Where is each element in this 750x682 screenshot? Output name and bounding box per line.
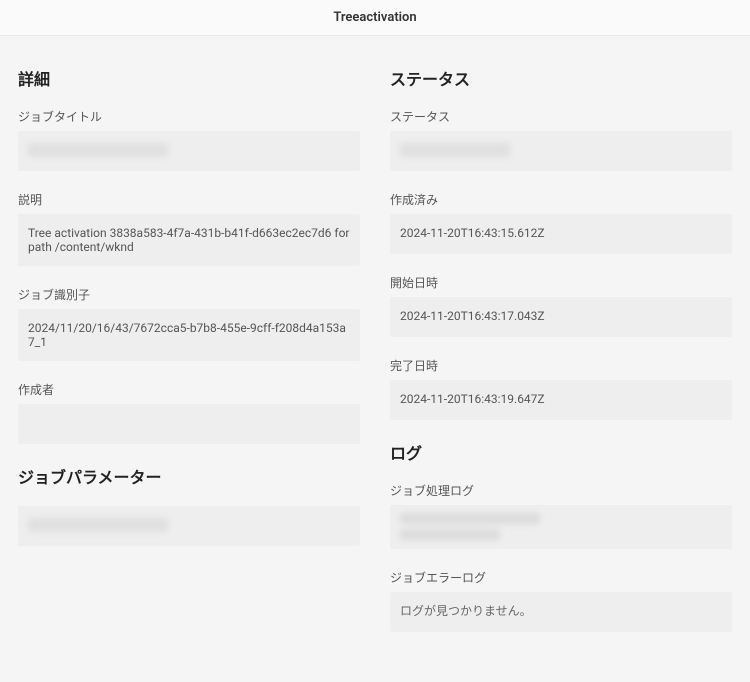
status-section-title: ステータス bbox=[390, 66, 732, 90]
label-job-identifier: ジョブ識別子 bbox=[18, 286, 360, 303]
field-status: ステータス bbox=[390, 108, 732, 171]
value-end: 2024-11-20T16:43:19.647Z bbox=[390, 380, 732, 420]
label-status: ステータス bbox=[390, 108, 732, 125]
value-created: 2024-11-20T16:43:15.612Z bbox=[390, 214, 732, 254]
field-start: 開始日時 2024-11-20T16:43:17.043Z bbox=[390, 274, 732, 337]
value-description: Tree activation 3838a583-4f7a-431b-b41f-… bbox=[18, 214, 360, 266]
value-created-by bbox=[18, 404, 360, 444]
value-status bbox=[390, 131, 732, 171]
field-job-identifier: ジョブ識別子 2024/11/20/16/43/7672cca5-b7b8-45… bbox=[18, 286, 360, 361]
field-description: 説明 Tree activation 3838a583-4f7a-431b-b4… bbox=[18, 191, 360, 266]
field-created-by: 作成者 bbox=[18, 381, 360, 444]
value-processing-log bbox=[390, 505, 732, 549]
value-error-log: ログが見つかりません。 bbox=[390, 592, 732, 632]
parameters-section-title: ジョブパラメーター bbox=[18, 464, 360, 488]
label-created: 作成済み bbox=[390, 191, 732, 208]
left-column: 詳細 ジョブタイトル 説明 Tree activation 3838a583-4… bbox=[18, 46, 360, 652]
label-end: 完了日時 bbox=[390, 357, 732, 374]
label-processing-log: ジョブ処理ログ bbox=[390, 482, 732, 499]
field-end: 完了日時 2024-11-20T16:43:19.647Z bbox=[390, 357, 732, 420]
log-section-title: ログ bbox=[390, 440, 732, 464]
page-header: Treeactivation bbox=[0, 0, 750, 36]
value-start: 2024-11-20T16:43:17.043Z bbox=[390, 297, 732, 337]
label-description: 説明 bbox=[18, 191, 360, 208]
label-start: 開始日時 bbox=[390, 274, 732, 291]
details-section-title: 詳細 bbox=[18, 66, 360, 90]
label-job-title: ジョブタイトル bbox=[18, 108, 360, 125]
field-job-title: ジョブタイトル bbox=[18, 108, 360, 171]
page-title: Treeactivation bbox=[333, 10, 416, 25]
field-error-log: ジョブエラーログ ログが見つかりません。 bbox=[390, 569, 732, 632]
main-container: 詳細 ジョブタイトル 説明 Tree activation 3838a583-4… bbox=[0, 36, 750, 682]
label-created-by: 作成者 bbox=[18, 381, 360, 398]
right-column: ステータス ステータス 作成済み 2024-11-20T16:43:15.612… bbox=[390, 46, 732, 652]
field-job-parameters bbox=[18, 506, 360, 546]
value-job-identifier: 2024/11/20/16/43/7672cca5-b7b8-455e-9cff… bbox=[18, 309, 360, 361]
field-created: 作成済み 2024-11-20T16:43:15.612Z bbox=[390, 191, 732, 254]
value-job-title bbox=[18, 131, 360, 171]
field-processing-log: ジョブ処理ログ bbox=[390, 482, 732, 549]
label-error-log: ジョブエラーログ bbox=[390, 569, 732, 586]
value-job-parameters bbox=[18, 506, 360, 546]
